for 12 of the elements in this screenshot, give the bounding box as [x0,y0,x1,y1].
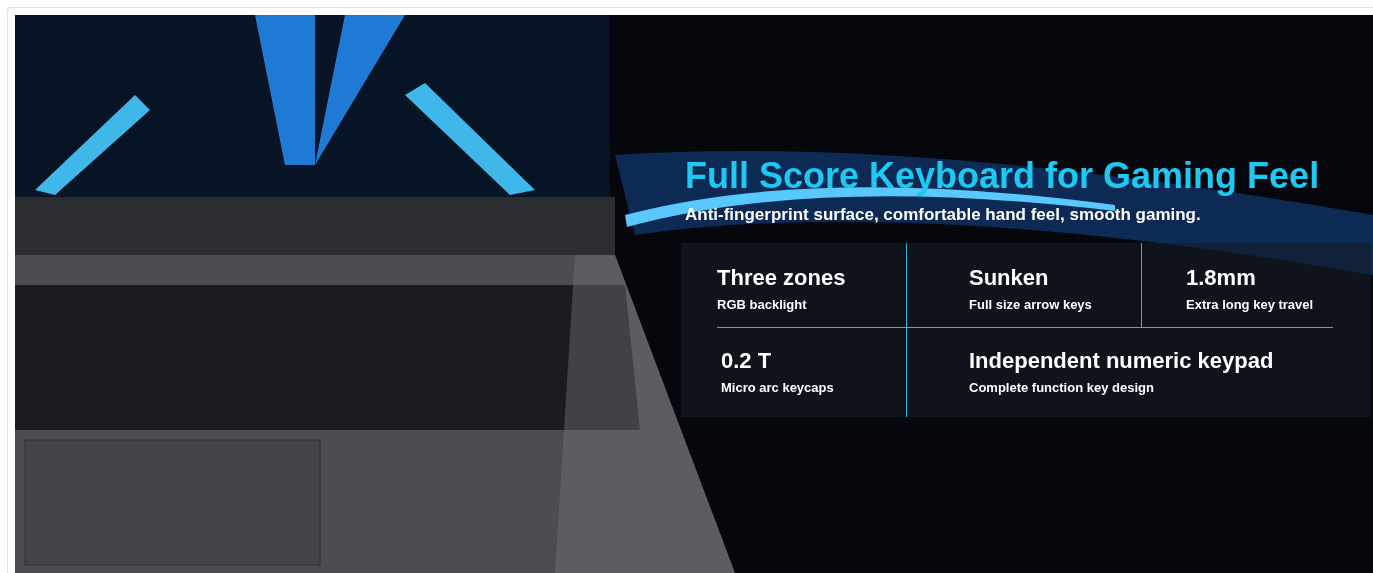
heading: Full Score Keyboard for Gaming Feel [685,155,1321,197]
spec-caption: Extra long key travel [1186,297,1315,312]
spec-caption: Micro arc keycaps [721,380,835,395]
spec-title: 0.2 T [721,348,773,374]
spec-title: Sunken [969,265,1050,291]
spec-title: Three zones [717,265,847,291]
spec-caption: RGB backlight [717,297,808,312]
spec-title: Independent numeric keypad [969,348,1275,374]
spec-caption: Complete function key design [969,380,1155,395]
spec-caption: Full size arrow keys [969,297,1093,312]
subheading: Anti-fingerprint surface, comfortable hand feel, smooth gaming. [685,205,1202,225]
spec-title: 1.8mm [1186,265,1257,291]
